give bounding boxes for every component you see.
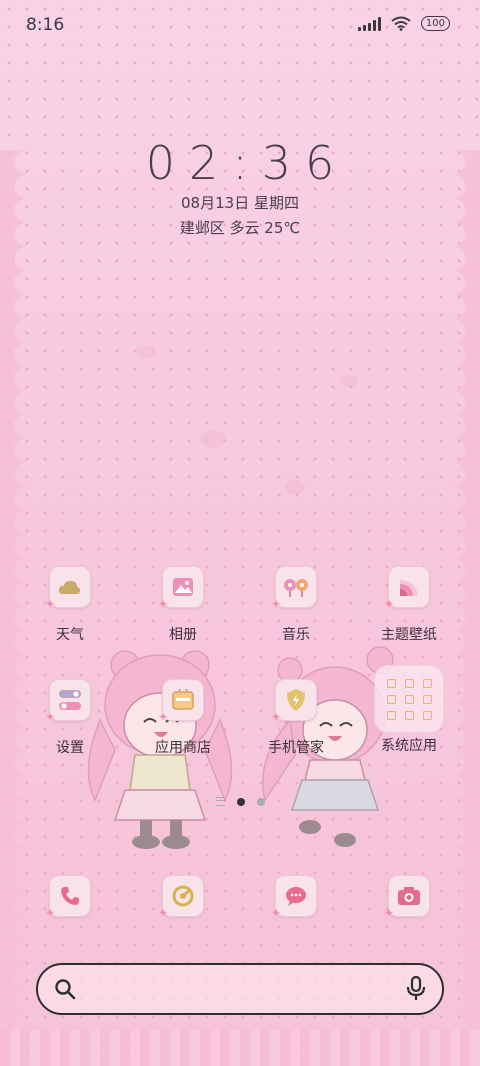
browser-icon: ✦ — [158, 875, 204, 920]
wifi-icon — [391, 16, 411, 31]
dock-camera[interactable]: ✦ — [353, 875, 465, 920]
messages-icon: ✦ — [271, 875, 317, 920]
app-weather[interactable]: ✦ 天气 — [14, 566, 126, 644]
app-store-icon: ✦ — [158, 679, 204, 724]
page-dot-active[interactable] — [236, 797, 245, 806]
weather-icon: ✦ — [45, 566, 91, 611]
page-dot[interactable] — [256, 797, 265, 806]
wallpaper-cloud — [135, 345, 157, 359]
clock-date: 08月13日 星期四 — [181, 194, 299, 212]
app-drawer-icon[interactable] — [215, 797, 225, 806]
search-input[interactable] — [94, 975, 386, 1005]
clock-time: 02:36 — [145, 136, 349, 190]
wallpaper-frame-bottom — [0, 1030, 480, 1066]
app-label: 系统应用 — [381, 738, 437, 754]
status-bar: 8:16 100 — [0, 0, 480, 50]
music-icon: ✦ — [271, 566, 317, 611]
battery-icon: 100 — [420, 16, 450, 31]
phone-icon: ✦ — [45, 875, 91, 920]
search-bar[interactable] — [36, 963, 444, 1015]
clock-widget[interactable]: 02:36 08月13日 星期四 建邺区 多云 25℃ — [0, 136, 480, 238]
wallpaper-cloud — [285, 480, 305, 494]
folder-icon — [374, 665, 444, 733]
wallpaper-cloud — [200, 430, 226, 448]
app-system-folder[interactable]: 系统应用 — [353, 665, 465, 755]
wallpaper-cloud — [340, 375, 358, 387]
dock-phone[interactable]: ✦ — [14, 875, 126, 920]
app-label: 设置 — [56, 740, 84, 756]
status-time: 8:16 — [26, 15, 65, 35]
app-label: 音乐 — [282, 627, 310, 643]
app-settings[interactable]: ✦ 设置 — [14, 679, 126, 757]
camera-icon: ✦ — [384, 875, 430, 920]
dock-messages[interactable]: ✦ — [240, 875, 352, 920]
signal-icon — [357, 16, 381, 31]
search-icon[interactable] — [54, 978, 76, 1000]
clock-weather: 建邺区 多云 25℃ — [179, 219, 301, 237]
gallery-icon: ✦ — [158, 566, 204, 611]
settings-icon: ✦ — [45, 679, 91, 724]
app-label: 相册 — [169, 627, 197, 643]
app-label: 天气 — [56, 627, 84, 643]
app-security[interactable]: ✦ 手机管家 — [240, 679, 352, 757]
security-icon: ✦ — [271, 679, 317, 724]
page-indicator[interactable] — [0, 797, 480, 806]
app-label: 应用商店 — [155, 740, 211, 756]
microphone-icon[interactable] — [406, 976, 426, 1002]
app-gallery[interactable]: ✦ 相册 — [127, 566, 239, 644]
app-label: 主题壁纸 — [381, 627, 437, 643]
theme-icon: ✦ — [384, 566, 430, 611]
app-music[interactable]: ✦ 音乐 — [240, 566, 352, 644]
app-store[interactable]: ✦ 应用商店 — [127, 679, 239, 757]
dock-browser[interactable]: ✦ — [127, 875, 239, 920]
app-label: 手机管家 — [268, 740, 324, 756]
app-theme[interactable]: ✦ 主题壁纸 — [353, 566, 465, 644]
